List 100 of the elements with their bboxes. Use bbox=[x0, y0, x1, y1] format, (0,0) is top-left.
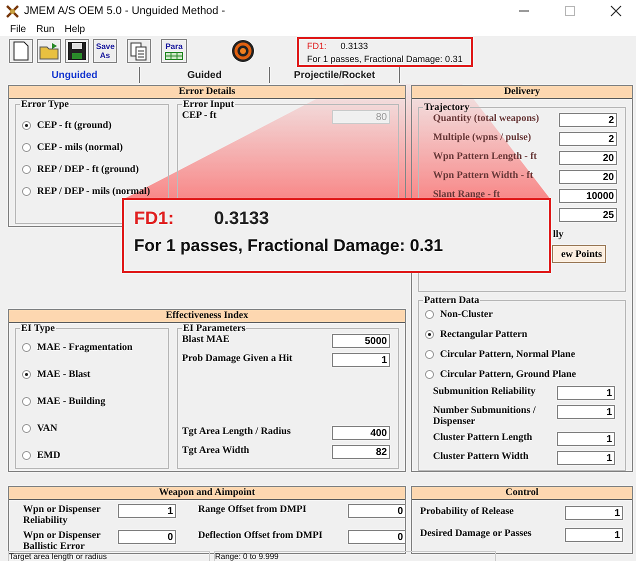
field-label: Multiple (wpns / pulse) bbox=[433, 132, 532, 143]
app-icon bbox=[6, 4, 19, 18]
input-field[interactable]: 1 bbox=[118, 504, 176, 518]
input-field[interactable]: 1 bbox=[557, 386, 615, 400]
target-icon[interactable] bbox=[231, 39, 255, 63]
save-as-button[interactable]: Save As bbox=[93, 39, 117, 63]
option-label: MAE - Building bbox=[37, 396, 106, 407]
input-field[interactable]: 20 bbox=[559, 170, 617, 184]
tab[interactable]: Projectile/Rocket bbox=[270, 67, 400, 83]
radio-button[interactable] bbox=[425, 310, 434, 319]
radio-button[interactable] bbox=[22, 424, 31, 433]
grid-icon bbox=[165, 52, 183, 60]
menu-item[interactable]: File bbox=[10, 24, 26, 34]
radio-button[interactable] bbox=[22, 370, 31, 379]
window-title: JMEM A/S OEM 5.0 - Unguided Method - bbox=[24, 5, 226, 17]
panel-header: Weapon and Aimpoint bbox=[9, 487, 405, 500]
field-label: Cluster Pattern Width bbox=[433, 451, 530, 462]
result-value: 0.3133 bbox=[340, 40, 368, 50]
input-field[interactable]: 0 bbox=[348, 504, 406, 518]
option-label: MAE - Fragmentation bbox=[37, 342, 133, 353]
field-label: Range Offset from DMPI bbox=[198, 504, 308, 515]
field-label: Quantity (total weapons) bbox=[433, 113, 540, 124]
option-label: Non-Cluster bbox=[440, 309, 493, 320]
input-field[interactable]: 0 bbox=[118, 530, 176, 544]
status-text: Target area length or radius bbox=[8, 551, 210, 561]
field-label: CEP - ft bbox=[182, 110, 218, 121]
radio-button[interactable] bbox=[425, 350, 434, 359]
option-label: EMD bbox=[37, 450, 60, 461]
group-title: Error Input bbox=[182, 99, 236, 110]
field-label: Desired Damage or Passes bbox=[420, 528, 533, 539]
view-points-button[interactable]: ew Points bbox=[552, 245, 606, 263]
option-label: REP / DEP - mils (normal) bbox=[37, 186, 150, 197]
option-label: lly bbox=[553, 229, 564, 240]
field-label: Deflection Offset from DMPI bbox=[198, 530, 324, 541]
result-label: FD1: bbox=[134, 208, 174, 229]
floppy-disk-icon[interactable] bbox=[65, 39, 89, 63]
option-label: REP / DEP - ft (ground) bbox=[37, 164, 139, 175]
copy-icon[interactable] bbox=[127, 39, 151, 63]
field-label: Tgt Area Length / Radius bbox=[182, 426, 292, 437]
input-field[interactable]: 1 bbox=[565, 528, 623, 542]
para-button[interactable]: Para bbox=[161, 39, 187, 63]
status-text: Range: 0 to 9.999 bbox=[214, 551, 496, 561]
panel-header: Delivery bbox=[412, 86, 632, 99]
input-field[interactable]: 400 bbox=[332, 426, 390, 440]
input-field[interactable]: 1 bbox=[557, 405, 615, 419]
radio-button[interactable] bbox=[425, 330, 434, 339]
field-label: Wpn or Dispenser Ballistic Error bbox=[23, 530, 102, 552]
option-label: VAN bbox=[37, 423, 58, 434]
option-label: CEP - mils (normal) bbox=[37, 142, 123, 153]
radio-button[interactable] bbox=[22, 397, 31, 406]
input-field[interactable]: 2 bbox=[559, 113, 617, 127]
new-document-icon[interactable] bbox=[9, 39, 33, 63]
option-label: Circular Pattern, Normal Plane bbox=[440, 349, 576, 360]
menu-item[interactable]: Run bbox=[36, 24, 54, 34]
menu-item[interactable]: Help bbox=[64, 24, 86, 34]
field-label: Wpn or Dispenser Reliability bbox=[23, 504, 102, 526]
field-label: Wpn Pattern Width - ft bbox=[433, 170, 534, 181]
input-field[interactable]: 2 bbox=[559, 132, 617, 146]
field-label: Blast MAE bbox=[182, 334, 230, 345]
panel-header: Control bbox=[412, 487, 632, 500]
field-label: Probability of Release bbox=[420, 506, 515, 517]
panel-header: Effectiveness Index bbox=[9, 310, 405, 323]
group-title: Trajectory bbox=[423, 102, 470, 113]
field-label: Tgt Area Width bbox=[182, 445, 250, 456]
radio-button[interactable] bbox=[22, 451, 31, 460]
tab[interactable]: Unguided bbox=[10, 67, 140, 83]
input-field[interactable]: 1 bbox=[332, 353, 390, 367]
radio-button[interactable] bbox=[22, 343, 31, 352]
result-value: 0.3133 bbox=[214, 208, 270, 229]
input-field[interactable]: 20 bbox=[559, 151, 617, 165]
input-field[interactable]: 82 bbox=[332, 445, 390, 459]
radio-button[interactable] bbox=[22, 121, 31, 130]
radio-button[interactable] bbox=[22, 165, 31, 174]
group-title: Error Type bbox=[20, 99, 70, 110]
input-field[interactable]: 10000 bbox=[559, 189, 617, 203]
folder-icon[interactable] bbox=[37, 39, 61, 63]
option-label: Circular Pattern, Ground Plane bbox=[440, 369, 576, 380]
input-field[interactable]: 5000 bbox=[332, 334, 390, 348]
input-field[interactable]: 0 bbox=[348, 530, 406, 544]
option-label: MAE - Blast bbox=[37, 369, 90, 380]
result-summary: For 1 passes, Fractional Damage: 0.31 bbox=[134, 236, 444, 256]
radio-button[interactable] bbox=[22, 143, 31, 152]
close-icon[interactable] bbox=[610, 5, 622, 17]
maximize-icon[interactable] bbox=[564, 5, 576, 17]
input-field[interactable]: 1 bbox=[557, 451, 615, 465]
option-label: CEP - ft (ground) bbox=[37, 120, 112, 131]
tab[interactable]: Guided bbox=[140, 67, 270, 83]
group-title: Pattern Data bbox=[423, 295, 480, 306]
field-label: Slant Range - ft bbox=[433, 189, 501, 200]
result-label: FD1: bbox=[307, 40, 327, 50]
result-summary: For 1 passes, Fractional Damage: 0.31 bbox=[307, 54, 463, 64]
field-label: Cluster Pattern Length bbox=[433, 432, 534, 443]
field-label: Prob Damage Given a Hit bbox=[182, 353, 294, 364]
panel-header: Error Details bbox=[9, 86, 405, 99]
group-title: EI Parameters bbox=[182, 323, 246, 334]
radio-button[interactable] bbox=[425, 370, 434, 379]
input-field[interactable]: 1 bbox=[557, 432, 615, 446]
input-field[interactable]: 25 bbox=[559, 208, 617, 222]
input-field[interactable]: 1 bbox=[565, 506, 623, 520]
radio-button[interactable] bbox=[22, 187, 31, 196]
